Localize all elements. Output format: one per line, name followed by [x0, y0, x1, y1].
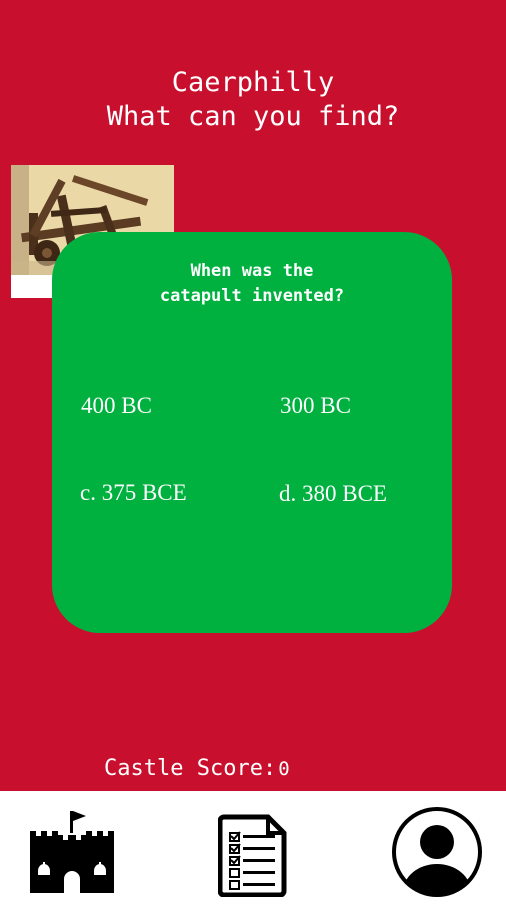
- checklist-icon: [217, 814, 287, 898]
- answer-option-a[interactable]: 400 BC: [81, 393, 152, 419]
- profile-icon: [392, 807, 482, 897]
- quiz-card: When was the catapult invented? 400 BC 3…: [52, 232, 452, 633]
- nav-castle-button[interactable]: [28, 809, 116, 893]
- question-line-2: catapult invented?: [159, 286, 345, 306]
- title-location: Caerphilly: [171, 67, 335, 98]
- castle-icon: [30, 811, 114, 893]
- castle-score: Castle Score: 0: [104, 756, 290, 781]
- question-line-1: When was the: [190, 261, 314, 281]
- nav-checklist-button[interactable]: [217, 813, 288, 898]
- title-subtitle: What can you find?: [106, 101, 400, 132]
- score-value: 0: [278, 758, 290, 780]
- bottom-navbar: [0, 791, 506, 905]
- quiz-question: When was the catapult invented?: [52, 259, 452, 309]
- page-title: Caerphilly What can you find?: [0, 66, 506, 134]
- nav-profile-button[interactable]: [391, 806, 483, 898]
- answer-option-b[interactable]: 300 BC: [280, 393, 351, 419]
- answer-option-d[interactable]: d. 380 BCE: [279, 481, 387, 507]
- answer-option-c[interactable]: c. 375 BCE: [80, 480, 187, 506]
- score-label: Castle Score:: [104, 756, 277, 781]
